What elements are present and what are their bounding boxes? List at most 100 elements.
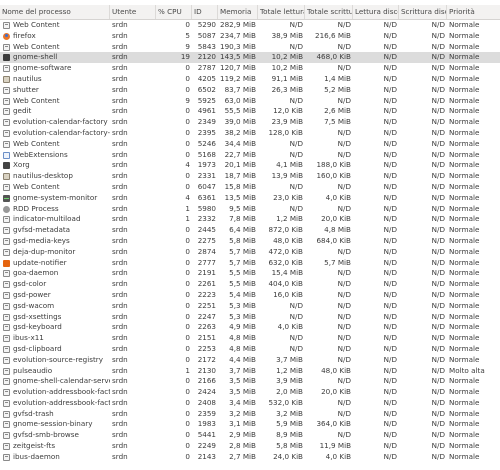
table-row[interactable]: ibus-daemon srdn 0 2143 2,7 MiB 24,0 KiB 4,0 K… <box>0 452 500 463</box>
column-header-id[interactable]: ID <box>192 5 218 19</box>
process-cpu: 0 <box>185 106 190 116</box>
process-priority: Normale <box>449 214 480 224</box>
table-row[interactable]: Web Content srdn 9 5843 190,3 MiB N/D N/D N/D N/… <box>0 42 500 53</box>
table-row[interactable]: Web Content srdn 0 5290 282,9 MiB N/D N/D N/D N/… <box>0 20 500 31</box>
table-row[interactable]: update-notifier srdn 0 2777 5,7 MiB 632,0 KiB… <box>0 258 500 269</box>
process-user: srdn <box>112 30 128 40</box>
column-header-user[interactable]: Utente <box>110 5 156 19</box>
process-write-total: N/D <box>337 127 351 137</box>
process-read-total: N/D <box>289 333 303 343</box>
process-read-total: 8,9 MiB <box>276 430 303 440</box>
column-header-write-total[interactable]: Totale scrittur <box>305 5 353 19</box>
table-row[interactable]: gsd-power srdn 0 2223 5,4 MiB 16,0 KiB N/D N/D N… <box>0 290 500 301</box>
table-row[interactable]: gedit srdn 0 4961 55,5 MiB 12,0 KiB 2,6 MiB N/D… <box>0 106 500 117</box>
process-disk-read: N/D <box>383 387 397 397</box>
table-row[interactable]: pulseaudio srdn 1 2130 3,7 MiB 1,2 MiB 48,0 Ki… <box>0 366 500 377</box>
process-cpu: 9 <box>185 95 190 105</box>
process-disk-write: N/D <box>431 311 445 321</box>
process-cpu: 0 <box>185 397 190 407</box>
table-row[interactable]: indicator-multiload srdn 1 2332 7,8 MiB 1,2 M… <box>0 214 500 225</box>
table-row[interactable]: gnome-system-monitor srdn 4 6361 13,5 MiB 23,… <box>0 193 500 204</box>
table-body: Web Content srdn 0 5290 282,9 MiB N/D N/D N/D N/… <box>0 20 500 463</box>
process-cpu: 0 <box>185 311 190 321</box>
process-id: 2151 <box>197 333 216 343</box>
table-row[interactable]: firefox srdn 5 5087 234,7 MiB 38,9 MiB 216,6 M… <box>0 31 500 42</box>
process-disk-write: N/D <box>431 52 445 62</box>
table-row[interactable]: shutter srdn 0 6502 83,7 MiB 26,3 MiB 5,2 MiB N… <box>0 85 500 96</box>
table-row[interactable]: evolution-calendar-factory srdn 0 2349 39,0 … <box>0 117 500 128</box>
process-name: gvfsd-trash <box>13 408 54 418</box>
process-user: srdn <box>112 333 128 343</box>
process-id: 2263 <box>197 322 216 332</box>
table-row[interactable]: gvfsd-smb-browse srdn 0 5441 2,9 MiB 8,9 MiB N… <box>0 430 500 441</box>
column-header-disk-write[interactable]: Scrittura disco <box>399 5 447 19</box>
process-disk-read: N/D <box>383 257 397 267</box>
process-priority: Normale <box>449 127 480 137</box>
process-write-total: N/D <box>337 333 351 343</box>
process-user: srdn <box>112 451 128 461</box>
process-write-total: N/D <box>337 181 351 191</box>
process-disk-read: N/D <box>383 354 397 364</box>
table-row[interactable]: Web Content srdn 0 5246 34,4 MiB N/D N/D N/D N/D… <box>0 139 500 150</box>
process-id: 5290 <box>197 20 216 29</box>
process-read-total: N/D <box>289 138 303 148</box>
process-priority: Normale <box>449 203 480 213</box>
table-row[interactable]: evolution-source-registry srdn 0 2172 4,4 Mi… <box>0 355 500 366</box>
table-row[interactable]: gnome-session-binary srdn 0 1983 3,1 MiB 5,9 … <box>0 419 500 430</box>
process-id: 2253 <box>197 343 216 353</box>
process-user: srdn <box>112 106 128 116</box>
process-priority: Normale <box>449 30 480 40</box>
table-row[interactable]: gsd-wacom srdn 0 2251 5,3 MiB N/D N/D N/D N/D Nor… <box>0 301 500 312</box>
process-disk-write: N/D <box>431 171 445 181</box>
table-row[interactable]: nautilus srdn 0 4205 119,2 MiB 91,1 MiB 1,4 Mi… <box>0 74 500 85</box>
process-disk-write: N/D <box>431 117 445 127</box>
table-row[interactable]: nautilus-desktop srdn 0 2331 18,7 MiB 13,9 Mi… <box>0 171 500 182</box>
process-cpu: 0 <box>185 20 190 29</box>
table-row[interactable]: gnome-shell-calendar-server srdn 0 2166 3,5 … <box>0 376 500 387</box>
table-row[interactable]: WebExtensions srdn 0 5168 22,7 MiB N/D N/D N/D N… <box>0 150 500 161</box>
table-row[interactable]: goa-daemon srdn 0 2191 5,5 MiB 15,4 MiB N/D N/D… <box>0 268 500 279</box>
column-header-cpu[interactable]: % CPU <box>156 5 192 19</box>
table-row[interactable]: gsd-xsettings srdn 0 2247 5,3 MiB N/D N/D N/D N/… <box>0 312 500 323</box>
process-priority: Normale <box>449 246 480 256</box>
table-row[interactable]: evolution-calendar-factory-subsrdn 0 2395 3… <box>0 128 500 139</box>
process-user: srdn <box>112 73 128 83</box>
process-write-total: 364,0 KiB <box>316 419 351 429</box>
process-id: 6361 <box>197 192 216 202</box>
table-row[interactable]: ibus-x11 srdn 0 2151 4,8 MiB N/D N/D N/D N/D Norm… <box>0 333 500 344</box>
process-priority: Normale <box>449 376 480 386</box>
table-row[interactable]: gnome-shell srdn 19 2120 143,5 MiB 10,2 MiB 46… <box>0 52 500 64</box>
table-row[interactable]: gsd-media-keys srdn 0 2275 5,8 MiB 48,0 KiB 68… <box>0 236 500 247</box>
table-row[interactable]: evolution-addressbook-factorysrdn 0 2424 3,… <box>0 387 500 398</box>
table-row[interactable]: evolution-addressbook-factorysrdn 0 2408 3,… <box>0 398 500 409</box>
process-cpu: 1 <box>185 203 190 213</box>
column-header-disk-read[interactable]: Lettura disco <box>353 5 399 19</box>
process-id: 2275 <box>197 235 216 245</box>
table-row[interactable]: deja-dup-monitor srdn 0 2874 5,7 MiB 472,0 Ki… <box>0 247 500 258</box>
process-disk-read: N/D <box>383 160 397 170</box>
table-row[interactable]: gvfsd-metadata srdn 0 2445 6,4 MiB 872,0 KiB 4… <box>0 225 500 236</box>
table-row[interactable]: Web Content srdn 9 5925 63,0 MiB N/D N/D N/D N/D… <box>0 96 500 107</box>
table-row[interactable]: zeitgeist-fts srdn 0 2249 2,8 MiB 5,8 MiB 11,9… <box>0 441 500 452</box>
table-row[interactable]: gsd-keyboard srdn 0 2263 4,9 MiB 4,0 KiB N/D N/… <box>0 322 500 333</box>
process-read-total: N/D <box>289 181 303 191</box>
table-row[interactable]: RDD Process srdn 1 5980 9,5 MiB N/D N/D N/D N/D N… <box>0 204 500 215</box>
process-read-total: N/D <box>289 203 303 213</box>
process-disk-write: N/D <box>431 322 445 332</box>
process-priority: Normale <box>449 181 480 191</box>
table-row[interactable]: gsd-clipboard srdn 0 2253 4,8 MiB N/D N/D N/D N/… <box>0 344 500 355</box>
table-row[interactable]: Xorg srdn 4 1973 20,1 MiB 4,1 MiB 188,0 KiB N/D… <box>0 160 500 171</box>
process-write-total: 2,6 MiB <box>324 106 351 116</box>
table-row[interactable]: gvfsd-trash srdn 0 2359 3,2 MiB 3,2 MiB N/D N/D… <box>0 409 500 420</box>
table-row[interactable]: gnome-software srdn 0 2787 120,7 MiB 10,2 MiB… <box>0 63 500 74</box>
column-header-priority[interactable]: Priorità <box>447 5 500 19</box>
process-disk-write: N/D <box>431 73 445 83</box>
process-cpu: 0 <box>185 430 190 440</box>
process-read-total: 128,0 KiB <box>268 127 303 137</box>
table-row[interactable]: Web Content srdn 0 6047 15,8 MiB N/D N/D N/D N/D… <box>0 182 500 193</box>
table-row[interactable]: gsd-color srdn 0 2261 5,5 MiB 404,0 KiB N/D N/D… <box>0 279 500 290</box>
column-header-read-total[interactable]: Totale lettura <box>258 5 305 19</box>
column-header-memory[interactable]: Memoria <box>218 5 258 19</box>
process-disk-read: N/D <box>383 235 397 245</box>
column-header-name[interactable]: Nome del processo <box>0 5 110 19</box>
